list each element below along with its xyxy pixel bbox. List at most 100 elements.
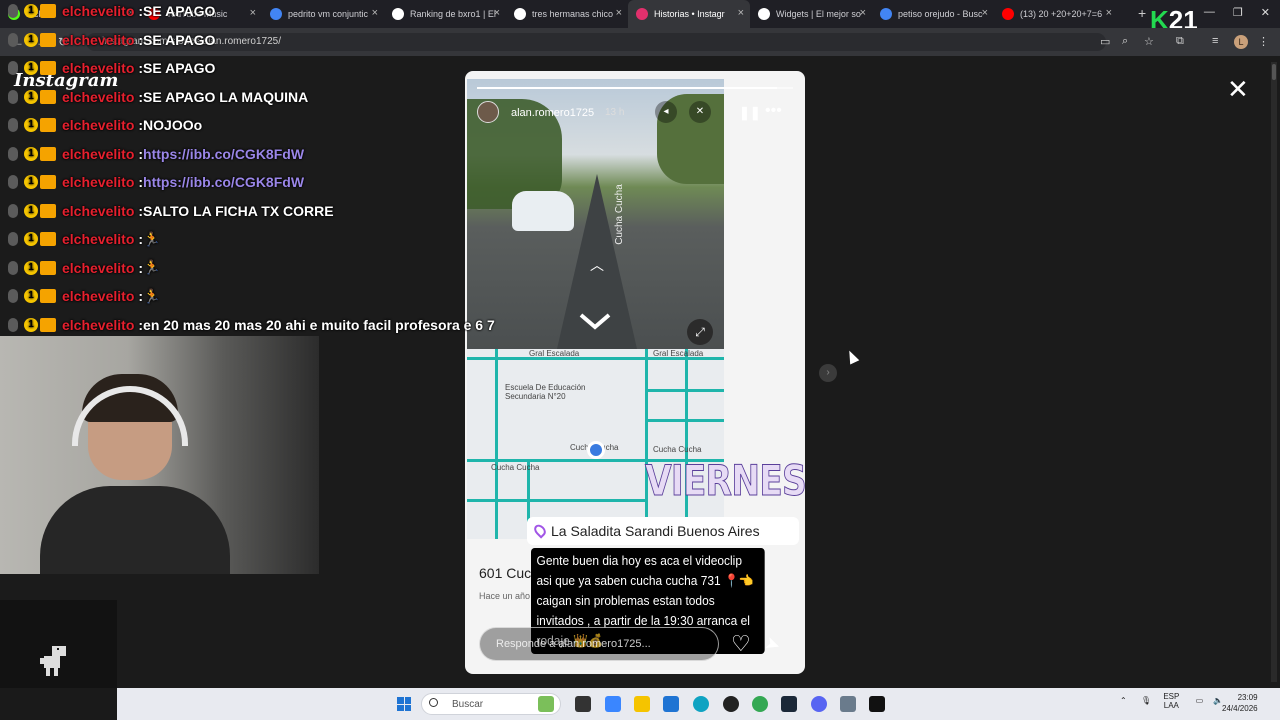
chat-username[interactable]: elchevelito xyxy=(62,174,134,190)
expand-icon[interactable]: ⤢ xyxy=(687,319,713,345)
chat-message: 1 elchevelito: SE APAGO LA MAQUINA xyxy=(8,86,308,108)
chat-link[interactable]: https://ibb.co/CGK8FdW xyxy=(143,174,304,190)
tab-close-icon[interactable]: × xyxy=(1106,7,1112,19)
restore-icon[interactable]: ❐ xyxy=(1233,6,1243,19)
dino-icon xyxy=(40,646,66,676)
chat-message: 1 elchevelito: 🏃 xyxy=(8,228,160,250)
new-tab-button[interactable]: + xyxy=(1138,5,1146,21)
mute-icon[interactable]: ✕ xyxy=(689,101,711,123)
tab-favicon-icon xyxy=(1002,8,1014,20)
map-label: Gral Escalada xyxy=(529,349,580,358)
scrollbar[interactable] xyxy=(1271,62,1277,682)
browser-tab[interactable]: (13) 20 +20+20+7=6 × xyxy=(994,0,1118,28)
map-road xyxy=(645,419,724,422)
sub-badge-icon: 1 xyxy=(24,61,38,75)
chat-username[interactable]: elchevelito xyxy=(62,288,134,304)
tab-close-icon[interactable]: × xyxy=(982,7,988,19)
send-icon[interactable]: ➤ xyxy=(762,632,783,657)
chat-text: SE APAGO xyxy=(143,31,216,48)
windows-start-icon[interactable] xyxy=(397,697,411,711)
crown-badge-icon xyxy=(40,232,56,246)
chat-text: SE APAGO xyxy=(143,60,216,76)
language-indicator[interactable]: ESP LAA xyxy=(1163,692,1179,710)
minimize-icon[interactable]: — xyxy=(1204,6,1215,19)
chat-text: 🏃 xyxy=(143,287,161,304)
crown-badge-icon xyxy=(40,175,56,189)
zoom-icon[interactable]: ⌕ xyxy=(1122,35,1128,48)
map-road xyxy=(685,349,688,539)
chrome-icon[interactable] xyxy=(752,696,768,712)
chevron-up-icon[interactable]: ︿ xyxy=(590,255,604,275)
more-options-icon[interactable]: ••• xyxy=(765,102,782,120)
mic-icon[interactable]: 🎙 xyxy=(1141,696,1151,705)
network-icon[interactable]: ▭ xyxy=(1196,696,1204,705)
address-line: 601 Cuc xyxy=(479,565,532,581)
browser-tab[interactable]: Historias • Instagr × xyxy=(628,0,750,28)
steam-icon[interactable] xyxy=(781,696,797,712)
chat-message: 1 elchevelito: SE APAGO xyxy=(8,57,215,79)
sound-icon[interactable]: ◂ xyxy=(655,101,677,123)
scrollbar-thumb[interactable] xyxy=(1272,64,1276,80)
sub-badge-icon: 1 xyxy=(24,203,38,218)
app-icon[interactable] xyxy=(723,696,739,712)
menu-icon[interactable]: ⋮ xyxy=(1258,35,1269,48)
file-explorer-icon[interactable] xyxy=(634,696,650,712)
sub-badge-icon: 1 xyxy=(24,260,38,275)
bookmark-star-icon[interactable]: ☆ xyxy=(1144,35,1154,48)
discord-icon[interactable] xyxy=(811,696,827,712)
extensions-icon[interactable]: ⧉ xyxy=(1176,35,1184,48)
copilot-icon[interactable] xyxy=(605,696,621,712)
chat-username[interactable]: elchevelito xyxy=(62,146,134,162)
crown-badge-icon xyxy=(40,260,56,275)
crown-badge-icon xyxy=(40,289,56,303)
chat-text: SALTO LA FICHA TX CORRE xyxy=(143,202,334,219)
map-label: Cucha Cucha xyxy=(491,463,540,472)
chat-username[interactable]: elchevelito xyxy=(62,3,134,19)
clock-date: 24/4/2026 xyxy=(1222,704,1258,713)
chevron-down-icon[interactable] xyxy=(579,311,611,331)
task-view-icon[interactable] xyxy=(575,696,591,712)
chat-username[interactable]: elchevelito xyxy=(62,32,134,48)
chat-username[interactable]: elchevelito xyxy=(62,60,134,76)
chat-username[interactable]: elchevelito xyxy=(62,117,134,133)
streamer-body xyxy=(40,486,230,574)
close-window-icon[interactable]: ✕ xyxy=(1261,6,1270,19)
tab-close-icon[interactable]: × xyxy=(616,7,622,19)
crown-badge-icon xyxy=(40,118,56,132)
profile-avatar[interactable]: L xyxy=(1234,35,1248,49)
close-story-icon[interactable]: ✕ xyxy=(1227,76,1249,102)
edge-icon[interactable] xyxy=(693,696,709,712)
chat-username[interactable]: elchevelito xyxy=(62,89,134,105)
map-road xyxy=(645,389,724,392)
badge-icon xyxy=(8,203,18,218)
chat-link[interactable]: https://ibb.co/CGK8FdW xyxy=(143,146,304,162)
tab-close-icon[interactable]: × xyxy=(860,7,866,19)
tab-favicon-icon xyxy=(758,8,770,20)
epic-games-icon[interactable] xyxy=(869,696,885,712)
reply-input[interactable]: Responde a alan.romero1725... xyxy=(479,627,719,661)
chat-username[interactable]: elchevelito xyxy=(62,231,134,247)
taskbar-clock[interactable]: 23:09 24/4/2026 xyxy=(1222,692,1258,714)
chat-text: SE APAGO xyxy=(143,3,216,19)
tab-close-icon[interactable]: × xyxy=(738,7,744,19)
widgets-icon[interactable] xyxy=(538,696,554,712)
location-sticker[interactable]: La Saladita Sarandi Buenos Aires xyxy=(527,517,799,545)
browser-tab[interactable]: Widgets | El mejor so × xyxy=(750,0,872,28)
chevron-up-icon[interactable]: ⌃ xyxy=(1120,696,1127,705)
chat-username[interactable]: elchevelito xyxy=(62,203,134,219)
sub-badge-icon: 1 xyxy=(24,4,38,18)
media-icon[interactable]: ≡ xyxy=(1212,35,1218,47)
pause-icon[interactable]: ❚❚ xyxy=(739,105,761,121)
chat-username[interactable]: elchevelito xyxy=(62,317,134,333)
crown-badge-icon xyxy=(40,203,56,218)
heart-icon[interactable]: ♡ xyxy=(731,631,751,657)
map-label: Escuela De Educación Secundaria N°20 xyxy=(505,383,586,401)
viernes-sticker: VIERNES xyxy=(645,456,805,506)
app-icon[interactable] xyxy=(840,696,856,712)
chat-username[interactable]: elchevelito xyxy=(62,260,134,276)
tab-label: petiso orejudo - Busc xyxy=(898,9,983,19)
cast-icon[interactable]: ▭ xyxy=(1100,35,1110,48)
next-story-icon[interactable]: › xyxy=(819,364,837,382)
browser-tab[interactable]: petiso orejudo - Busc × xyxy=(872,0,994,28)
store-icon[interactable] xyxy=(663,696,679,712)
